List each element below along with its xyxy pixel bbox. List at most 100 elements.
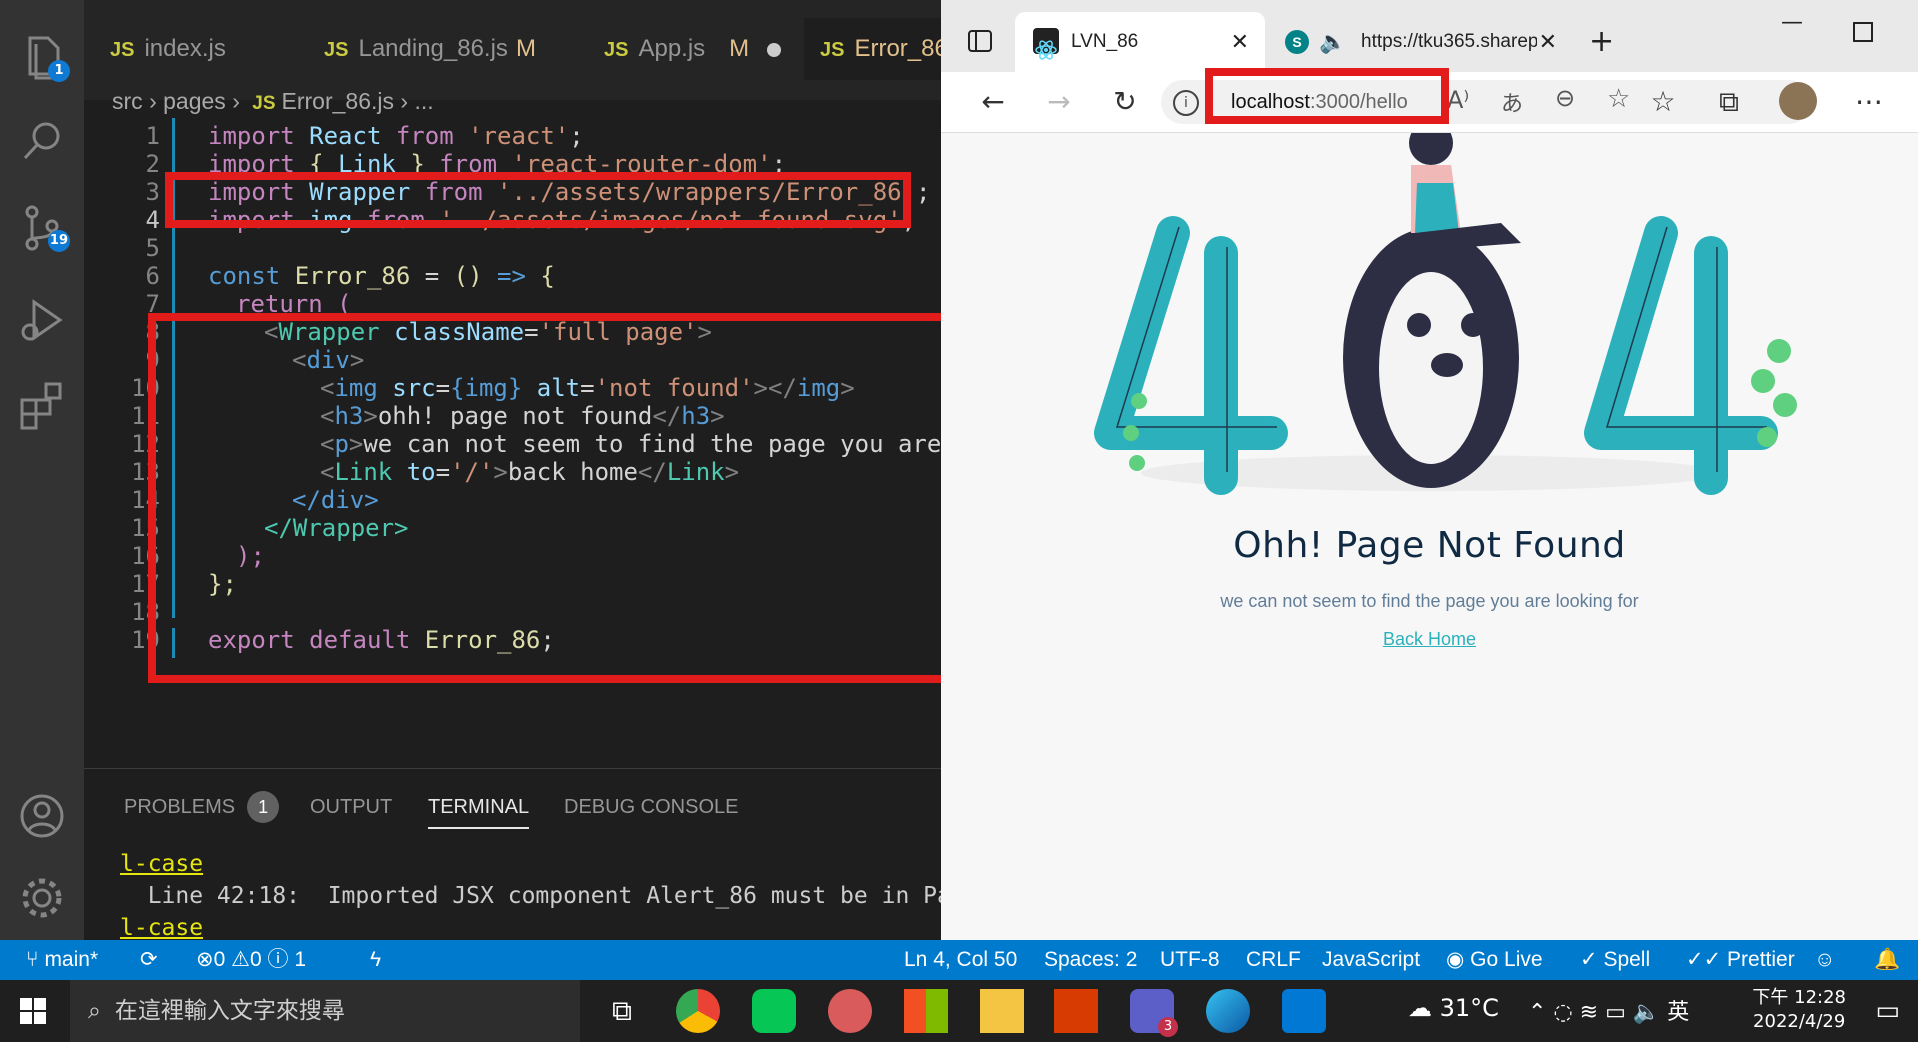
cursor-position[interactable]: Ln 4, Col 50: [904, 940, 1017, 980]
tab-problems[interactable]: PROBLEMS 1: [124, 787, 280, 827]
code-line-1: import React from 'react';: [208, 122, 584, 150]
system-tray[interactable]: ⌃ ◌ ≋ ▭ 🔈 英: [1528, 994, 1689, 1026]
back-home-link[interactable]: Back Home: [941, 629, 1918, 650]
settings-gear-icon[interactable]: [12, 868, 72, 928]
modified-indicator: M: [515, 35, 536, 62]
go-live[interactable]: ◉ Go Live: [1446, 940, 1543, 980]
problems-status[interactable]: ⊗0 ⚠0 ⓘ 1: [196, 940, 306, 980]
file-explorer-icon[interactable]: [980, 989, 1024, 1033]
terminal-link[interactable]: l-case: [120, 851, 203, 877]
read-aloud-icon[interactable]: A⁾: [1447, 86, 1469, 114]
terminal-link[interactable]: l-case: [120, 915, 203, 941]
refresh-icon[interactable]: ↻: [1103, 80, 1147, 124]
unsaved-dot-icon: [767, 42, 782, 57]
clock[interactable]: 下午 12:28 2022/4/29: [1752, 986, 1846, 1034]
prettier[interactable]: ✓✓ Prettier: [1686, 940, 1795, 980]
browser-tab-sharepoint[interactable]: S 🔈 https://tku365.sharep ✕: [1271, 12, 1571, 72]
error-icon: ⊗: [196, 948, 214, 971]
store-icon[interactable]: [904, 989, 948, 1033]
spell-check[interactable]: ✓ Spell: [1580, 940, 1650, 980]
speaker-icon[interactable]: 🔈: [1319, 12, 1346, 72]
windows-start-icon[interactable]: [20, 998, 46, 1024]
tab-landing-js[interactable]: JS Landing_86.js M: [324, 18, 554, 80]
code-editor[interactable]: 1 2 3 4 5 6 7 8 9 10 11 12 13 14 15 16 1…: [84, 118, 941, 768]
tab-label: App.js: [638, 35, 706, 62]
more-menu-icon[interactable]: ⋯: [1847, 80, 1891, 124]
git-branch[interactable]: ⑂ main*: [26, 940, 98, 980]
vscode-taskbar-icon[interactable]: [1282, 989, 1326, 1033]
breadcrumb-pages[interactable]: pages: [163, 88, 226, 114]
source-control-badge: 19: [47, 230, 70, 252]
line-number: 1: [145, 122, 160, 150]
page-message: we can not seem to find the page you are…: [1220, 591, 1639, 611]
new-tab-icon[interactable]: +: [1589, 24, 1614, 59]
double-check-icon: ✓✓: [1686, 948, 1728, 971]
code-line-17: };: [208, 570, 237, 598]
line-app-icon[interactable]: [752, 989, 796, 1033]
taskbar-search[interactable]: ⌕ 在這裡輸入文字來搜尋: [70, 980, 580, 1042]
add-favorite-icon[interactable]: ☆: [1607, 84, 1630, 114]
warning-icon: ⚠: [231, 948, 250, 971]
zoom-out-icon[interactable]: ⊖: [1555, 84, 1575, 112]
favorites-icon[interactable]: ☆: [1641, 80, 1685, 124]
maximize-icon[interactable]: [1853, 22, 1873, 42]
translate-icon[interactable]: あ: [1501, 86, 1523, 118]
info-icon: ⓘ: [267, 948, 289, 971]
tab-output[interactable]: OUTPUT: [310, 787, 392, 827]
broadcast-icon: ◉: [1446, 948, 1471, 971]
office-icon[interactable]: [1054, 989, 1098, 1033]
code-line-15: </Wrapper>: [264, 514, 409, 542]
sync-icon[interactable]: ⟳: [140, 940, 158, 980]
clock-date: 2022/4/29: [1753, 1011, 1846, 1032]
run-debug-icon[interactable]: [12, 290, 72, 350]
line-number: 9: [145, 346, 160, 374]
close-tab-icon[interactable]: ✕: [1539, 12, 1557, 72]
volume-icon: 🔈: [1632, 1000, 1668, 1025]
tab-error-js[interactable]: JS Error_86.js: [804, 18, 941, 80]
battery-icon: ▭: [1605, 1000, 1633, 1025]
collections-icon[interactable]: ⧉: [1707, 80, 1751, 124]
action-center-icon[interactable]: ▭: [1875, 996, 1900, 1026]
minimize-icon[interactable]: —: [1781, 10, 1803, 35]
explorer-icon[interactable]: 1: [12, 28, 72, 88]
url-text[interactable]: localhost:3000/hello: [1231, 80, 1408, 124]
tab-terminal[interactable]: TERMINAL: [428, 787, 530, 829]
edge-icon[interactable]: [1206, 989, 1250, 1033]
encoding[interactable]: UTF-8: [1160, 940, 1220, 980]
feedback-icon[interactable]: ☺: [1814, 940, 1835, 980]
weather[interactable]: ☁ 31°C: [1408, 994, 1499, 1022]
task-view-icon[interactable]: ⧉: [600, 989, 644, 1033]
extensions-icon[interactable]: [12, 374, 72, 434]
line-number: 10: [131, 374, 160, 402]
site-info-icon[interactable]: i: [1173, 90, 1199, 116]
line-endings[interactable]: CRLF: [1246, 940, 1301, 980]
chrome-icon[interactable]: [676, 989, 720, 1033]
indentation[interactable]: Spaces: 2: [1044, 940, 1137, 980]
notifications-bell-icon[interactable]: 🔔: [1874, 940, 1900, 980]
search-placeholder: 在這裡輸入文字來搜尋: [114, 998, 345, 1024]
close-tab-icon[interactable]: ✕: [1231, 12, 1249, 72]
account-icon[interactable]: [12, 786, 72, 846]
breadcrumb-more[interactable]: ...: [414, 88, 433, 114]
indent-guide: [172, 628, 175, 658]
line-number: 2: [145, 150, 160, 178]
forward-arrow-icon[interactable]: →: [1037, 80, 1081, 124]
vscode-window: 1 19 JS index.js JS Landing_86.js M JS Ap: [0, 0, 992, 980]
tab-index-js[interactable]: JS index.js: [110, 18, 290, 80]
chevron-right-icon: ›: [400, 88, 415, 114]
profile-avatar[interactable]: [1779, 82, 1817, 120]
lightning-icon[interactable]: ϟ: [370, 940, 381, 980]
breadcrumb-file[interactable]: Error_86.js: [282, 88, 394, 114]
tab-debug-console[interactable]: DEBUG CONSOLE: [564, 787, 738, 827]
source-control-icon[interactable]: 19: [12, 198, 72, 258]
code-line-9: <div>: [292, 346, 365, 374]
breadcrumb-src[interactable]: src: [112, 88, 143, 114]
tab-actions-icon[interactable]: [965, 26, 995, 56]
teams-icon[interactable]: 3: [1130, 989, 1178, 1037]
search-icon[interactable]: [12, 112, 72, 172]
browser-tab-active[interactable]: LVN_86 ✕: [1015, 12, 1265, 72]
back-arrow-icon[interactable]: ←: [971, 80, 1015, 124]
explorer-badge: 1: [48, 60, 70, 82]
snipping-tool-icon[interactable]: [828, 989, 872, 1033]
language-mode[interactable]: JavaScript: [1322, 940, 1420, 980]
